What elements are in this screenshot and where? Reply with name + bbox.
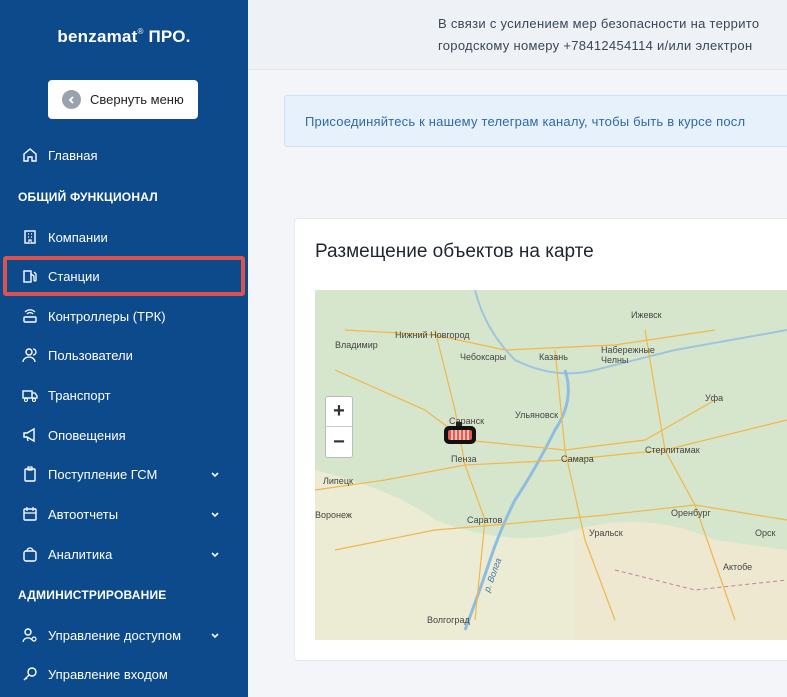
truck-icon xyxy=(21,386,39,404)
arrow-left-circle-icon xyxy=(62,90,81,109)
collapse-menu-button[interactable]: Свернуть меню xyxy=(48,80,198,119)
city-label: Волгоград xyxy=(427,615,470,625)
sidebar-item-auto-reports[interactable]: Автоотчеты xyxy=(0,496,248,532)
city-label: Ижевск xyxy=(631,310,662,320)
sidebar-item-home[interactable]: Главная xyxy=(0,137,248,173)
sidebar-item-users[interactable]: Пользователи xyxy=(0,337,248,373)
city-label: Актобе xyxy=(723,562,753,572)
city-label: Уральск xyxy=(589,528,623,538)
city-label: Воронеж xyxy=(315,510,352,520)
city-label: Ульяновск xyxy=(515,410,559,420)
station-marker-icon[interactable] xyxy=(442,422,478,448)
city-label: Стерлитамак xyxy=(645,445,700,455)
home-icon xyxy=(21,146,39,164)
announcement-line-2: городскому номеру +78412454114 и/или эле… xyxy=(438,38,753,53)
city-label: Оренбург xyxy=(671,508,711,518)
section-header-general: ОБЩИЙ ФУНКЦИОНАЛ xyxy=(18,190,158,204)
sidebar-item-login-management[interactable]: Управление входом xyxy=(0,656,248,692)
sidebar-item-label: Управление входом xyxy=(48,666,168,682)
city-label: Чебоксары xyxy=(460,352,507,362)
brand-logo[interactable]: benzamat® ПРО. xyxy=(0,27,248,47)
map-view[interactable]: + − Ижевск Нижний Новгород Владимир Чебо… xyxy=(315,290,787,640)
sidebar-item-transport[interactable]: Транспорт xyxy=(0,377,248,413)
building-icon xyxy=(21,228,39,246)
sidebar: benzamat® ПРО. Свернуть меню Главная ОБЩ… xyxy=(0,0,248,697)
map-background xyxy=(315,290,787,640)
sidebar-item-label: Автоотчеты xyxy=(48,506,119,522)
clipboard-icon xyxy=(21,465,39,483)
map-card: Размещение объектов на карте + − Ижевск … xyxy=(294,218,787,661)
router-icon xyxy=(21,307,39,325)
sidebar-item-controllers[interactable]: Контроллеры (ТРК) xyxy=(0,298,248,334)
city-label: Пенза xyxy=(451,454,477,464)
sidebar-item-notifications[interactable]: Оповещения xyxy=(0,417,248,453)
city-label: Самара xyxy=(561,454,594,464)
sidebar-item-analytics[interactable]: Аналитика xyxy=(0,536,248,572)
sidebar-item-label: Компании xyxy=(48,229,108,245)
calendar-icon xyxy=(21,505,39,523)
active-item-highlight xyxy=(3,256,245,296)
sidebar-item-label: Транспорт xyxy=(48,387,111,403)
user-settings-icon xyxy=(21,626,39,644)
sidebar-item-label: Оповещения xyxy=(48,427,126,443)
map-zoom-control: + − xyxy=(325,396,353,458)
city-label: Орск xyxy=(755,528,776,538)
zoom-in-button[interactable]: + xyxy=(326,397,352,427)
chevron-down-icon xyxy=(210,629,220,644)
collapse-menu-label: Свернуть меню xyxy=(90,92,184,107)
megaphone-icon xyxy=(21,426,39,444)
city-label: Саратов xyxy=(467,515,503,525)
telegram-notice[interactable]: Присоединяйтесь к нашему телеграм каналу… xyxy=(284,95,787,147)
city-label: Липецк xyxy=(323,476,353,486)
key-icon xyxy=(21,665,39,683)
city-label: Владимир xyxy=(335,340,378,350)
sidebar-item-label: Аналитика xyxy=(48,546,113,562)
city-label: Набережные Челны xyxy=(601,345,655,365)
city-label: Казань xyxy=(539,352,568,362)
city-label: Нижний Новгород xyxy=(395,330,470,340)
announcement-line-1: В связи с усилением мер безопасности на … xyxy=(438,16,760,31)
chevron-down-icon xyxy=(210,548,220,563)
sidebar-item-companies[interactable]: Компании xyxy=(0,219,248,255)
map-card-title: Размещение объектов на карте xyxy=(315,241,594,262)
zoom-out-button[interactable]: − xyxy=(326,427,352,457)
sidebar-item-label: Поступление ГСМ xyxy=(48,466,158,482)
telegram-notice-text: Присоединяйтесь к нашему телеграм каналу… xyxy=(305,114,746,129)
users-icon xyxy=(21,346,39,364)
sidebar-item-access-management[interactable]: Управление доступом xyxy=(0,617,248,653)
sidebar-item-label: Контроллеры (ТРК) xyxy=(48,308,166,324)
sidebar-item-label: Главная xyxy=(48,147,98,163)
city-label: Уфа xyxy=(705,393,724,403)
section-header-admin: АДМИНИСТРИРОВАНИЕ xyxy=(18,588,167,602)
chevron-down-icon xyxy=(210,508,220,523)
sidebar-item-fuel-receipt[interactable]: Поступление ГСМ xyxy=(0,456,248,492)
chevron-down-icon xyxy=(210,468,220,483)
sidebar-item-label: Управление доступом xyxy=(48,627,182,643)
bag-icon xyxy=(21,545,39,563)
sidebar-item-label: Пользователи xyxy=(48,347,133,363)
security-announcement-bar: В связи с усилением мер безопасности на … xyxy=(248,0,787,70)
